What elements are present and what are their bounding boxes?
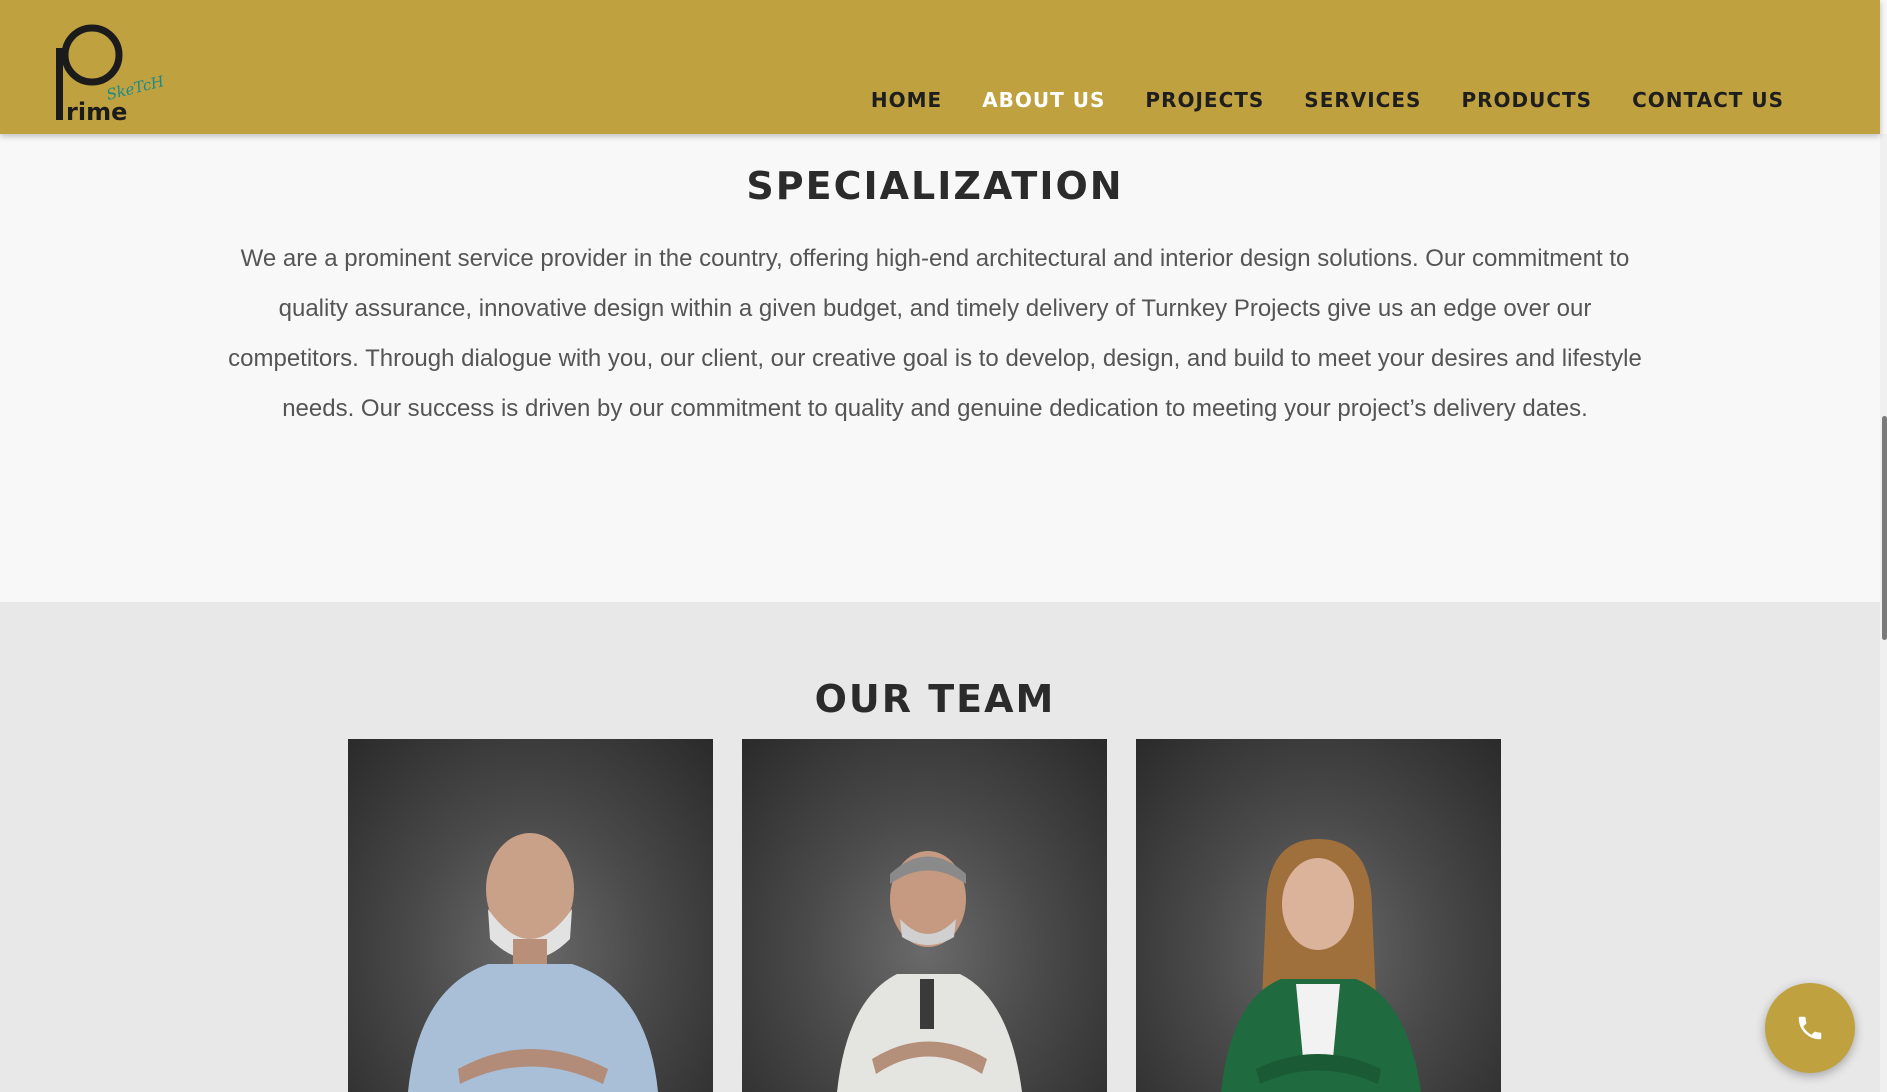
prime-sketch-logo[interactable]: rime SkeTcH: [52, 18, 172, 124]
logo-script-text: SkeTcH: [105, 72, 167, 104]
specialization-section: SPECIALIZATION We are a prominent servic…: [0, 134, 1880, 602]
main-nav: HOME ABOUT US PROJECTS SERVICES PRODUCTS…: [871, 88, 1784, 112]
team-member-photo-3: [1221, 839, 1421, 1092]
phone-icon: [1798, 1016, 1822, 1040]
nav-projects[interactable]: PROJECTS: [1145, 88, 1264, 112]
site-header: rime SkeTcH HOME ABOUT US PROJECTS SERVI…: [0, 0, 1880, 134]
team-title: OUR TEAM: [814, 677, 1056, 721]
nav-products[interactable]: PRODUCTS: [1461, 88, 1592, 112]
specialization-text: We are a prominent service provider in t…: [228, 245, 1642, 422]
nav-about-us[interactable]: ABOUT US: [982, 88, 1105, 112]
team-member-card-1[interactable]: [348, 739, 713, 1092]
team-section: OUR TEAM: [0, 602, 1880, 1092]
team-member-photo-2: [837, 851, 1022, 1092]
nav-services[interactable]: SERVICES: [1304, 88, 1421, 112]
specialization-title: SPECIALIZATION: [746, 164, 1124, 208]
nav-contact-us[interactable]: CONTACT US: [1632, 88, 1784, 112]
nav-home[interactable]: HOME: [871, 88, 942, 112]
logo-main-text: rime: [66, 98, 127, 124]
team-member-card-2[interactable]: [742, 739, 1107, 1092]
team-member-photo-1: [408, 833, 658, 1092]
call-button[interactable]: [1765, 983, 1855, 1073]
team-member-card-3[interactable]: [1136, 739, 1501, 1092]
page-scrollbar[interactable]: [1880, 134, 1887, 1092]
scrollbar-thumb[interactable]: [1882, 416, 1887, 640]
